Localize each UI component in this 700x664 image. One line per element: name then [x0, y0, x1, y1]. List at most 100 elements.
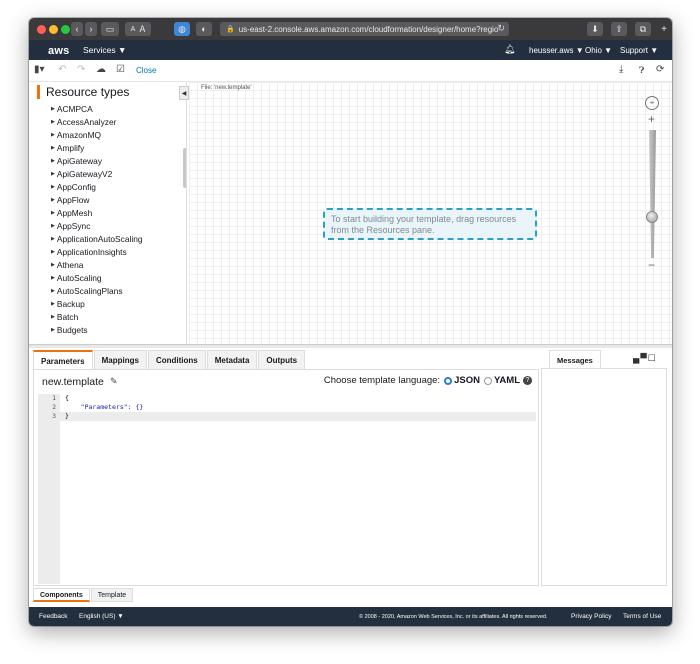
- zoom-in-icon[interactable]: +: [648, 112, 655, 126]
- expand-caret-icon[interactable]: ▶: [51, 158, 55, 164]
- tabs-overview-icon[interactable]: ⧉: [635, 22, 651, 36]
- zoom-slider-track[interactable]: [649, 130, 656, 258]
- resource-type-item[interactable]: ▶ ApiGatewayV2: [51, 168, 143, 181]
- resource-type-item[interactable]: ▶ AppSync: [51, 220, 143, 233]
- terms-of-use-link[interactable]: Terms of Use: [623, 613, 661, 620]
- resource-type-item[interactable]: ▶ Batch: [51, 311, 143, 324]
- text-smaller-button[interactable]: A: [131, 26, 136, 33]
- resource-type-item[interactable]: ▶ Budgets: [51, 324, 143, 337]
- services-menu[interactable]: Services ▼: [83, 45, 126, 55]
- region-menu[interactable]: Ohio ▼: [585, 46, 612, 55]
- design-canvas[interactable]: File: 'new.template' To start building y…: [189, 82, 672, 344]
- expand-caret-icon[interactable]: ▶: [51, 119, 55, 125]
- pane-splitter[interactable]: [29, 344, 672, 348]
- expand-caret-icon[interactable]: ▶: [51, 314, 55, 320]
- tab-conditions[interactable]: Conditions: [147, 350, 206, 370]
- resource-type-item[interactable]: ▶ ACMPCA: [51, 103, 143, 116]
- tab-metadata[interactable]: Metadata: [206, 350, 258, 370]
- feedback-link[interactable]: Feedback: [39, 613, 68, 620]
- file-menu-icon[interactable]: ▮▾: [34, 64, 45, 75]
- account-menu[interactable]: heusser.aws ▼: [529, 46, 584, 55]
- code-editor[interactable]: 1{2 "Parameters": {} 3}: [38, 394, 536, 584]
- resource-type-item[interactable]: ▶ AppMesh: [51, 207, 143, 220]
- text-larger-button[interactable]: A: [139, 24, 145, 34]
- resource-type-item[interactable]: ▶ AutoScaling: [51, 272, 143, 285]
- tab-outputs[interactable]: Outputs: [258, 350, 306, 370]
- resource-type-item[interactable]: ▶ ApplicationAutoScaling: [51, 233, 143, 246]
- resource-type-item[interactable]: ▶ Backup: [51, 298, 143, 311]
- address-bar[interactable]: 🔒 us-east-2.console.aws.amazon.com/cloud…: [220, 22, 509, 36]
- tab-mappings[interactable]: Mappings: [93, 350, 147, 370]
- zoom-slider-thumb[interactable]: [646, 211, 658, 223]
- resource-type-item[interactable]: ▶ AppFlow: [51, 194, 143, 207]
- cloud-upload-icon[interactable]: ☁: [96, 64, 106, 75]
- text-size-control[interactable]: A A: [125, 22, 151, 36]
- support-menu[interactable]: Support ▼: [620, 46, 658, 55]
- expand-caret-icon[interactable]: ▶: [51, 171, 55, 177]
- expand-caret-icon[interactable]: ▶: [51, 184, 55, 190]
- zoom-out-icon[interactable]: −: [648, 258, 655, 272]
- resource-type-item[interactable]: ▶ AppConfig: [51, 181, 143, 194]
- back-icon[interactable]: ‹: [71, 22, 83, 36]
- resource-type-item[interactable]: ▶ ApplicationInsights: [51, 246, 143, 259]
- download-icon[interactable]: ⬇: [587, 22, 603, 36]
- expand-caret-icon[interactable]: ▶: [51, 223, 55, 229]
- pencil-icon[interactable]: ✎: [110, 376, 118, 387]
- language-menu[interactable]: English (US) ▼: [79, 613, 124, 620]
- yaml-label[interactable]: YAML: [494, 375, 520, 386]
- resource-type-item[interactable]: ▶ AccessAnalyzer: [51, 116, 143, 129]
- share-icon[interactable]: ⇪: [611, 22, 627, 36]
- expand-caret-icon[interactable]: ▶: [51, 249, 55, 255]
- fit-to-window-icon[interactable]: ⌖: [645, 96, 659, 110]
- forward-icon[interactable]: ›: [85, 22, 97, 36]
- resource-type-item[interactable]: ▶ Athena: [51, 259, 143, 272]
- redo-icon[interactable]: ↷: [77, 64, 85, 75]
- expand-caret-icon[interactable]: ▶: [51, 210, 55, 216]
- language-help-icon[interactable]: ?: [523, 376, 532, 385]
- layout-top-icon[interactable]: ▀: [640, 353, 647, 363]
- close-link[interactable]: Close: [136, 66, 156, 75]
- reload-icon[interactable]: ↻: [497, 23, 505, 34]
- resource-type-item[interactable]: ▶ Amplify: [51, 142, 143, 155]
- expand-caret-icon[interactable]: ▶: [51, 145, 55, 151]
- close-window-button[interactable]: [37, 25, 46, 34]
- tab-parameters[interactable]: Parameters: [33, 350, 93, 370]
- expand-caret-icon[interactable]: ▶: [51, 262, 55, 268]
- expand-caret-icon[interactable]: ▶: [51, 288, 55, 294]
- refresh-icon[interactable]: ⟳: [656, 64, 664, 75]
- globe-icon[interactable]: ◍: [174, 22, 190, 36]
- json-radio[interactable]: [444, 376, 453, 385]
- resource-type-item[interactable]: ▶ AutoScalingPlans: [51, 285, 143, 298]
- expand-caret-icon[interactable]: ▶: [51, 327, 55, 333]
- aws-logo[interactable]: aws: [48, 45, 69, 57]
- privacy-shield-icon[interactable]: ◐: [196, 22, 212, 36]
- resource-type-item[interactable]: ▶ ApiGateway: [51, 155, 143, 168]
- help-icon[interactable]: ❓︎: [639, 65, 644, 76]
- resource-scrollbar[interactable]: [183, 148, 186, 188]
- layout-float-icon[interactable]: ☐: [648, 353, 657, 363]
- maximize-window-button[interactable]: [61, 25, 70, 34]
- file-label: File: 'new.template': [201, 85, 252, 91]
- expand-caret-icon[interactable]: ▶: [51, 301, 55, 307]
- json-label[interactable]: JSON: [454, 375, 480, 386]
- expand-caret-icon[interactable]: ▶: [51, 132, 55, 138]
- expand-caret-icon[interactable]: ▶: [51, 236, 55, 242]
- resource-type-item[interactable]: ▶ AmazonMQ: [51, 129, 143, 142]
- sidebar-icon[interactable]: ▭: [101, 22, 119, 36]
- validate-icon[interactable]: ☑: [116, 64, 125, 75]
- messages-tab[interactable]: Messages: [549, 350, 601, 370]
- new-tab-icon[interactable]: +: [659, 22, 669, 36]
- code-line: 2 "Parameters": {}: [38, 403, 536, 412]
- yaml-radio[interactable]: [483, 376, 492, 385]
- privacy-policy-link[interactable]: Privacy Policy: [571, 613, 611, 620]
- bottom-tab-template[interactable]: Template: [90, 588, 134, 602]
- bottom-tab-components[interactable]: Components: [33, 588, 90, 602]
- expand-caret-icon[interactable]: ▶: [51, 197, 55, 203]
- minimize-window-button[interactable]: [49, 25, 58, 34]
- undo-icon[interactable]: ↶: [58, 64, 66, 75]
- collapse-pane-icon[interactable]: ◀: [179, 86, 189, 100]
- download-template-icon[interactable]: ⤓: [619, 64, 623, 75]
- bell-icon[interactable]: 🔔︎: [504, 44, 515, 55]
- expand-caret-icon[interactable]: ▶: [51, 106, 55, 112]
- expand-caret-icon[interactable]: ▶: [51, 275, 55, 281]
